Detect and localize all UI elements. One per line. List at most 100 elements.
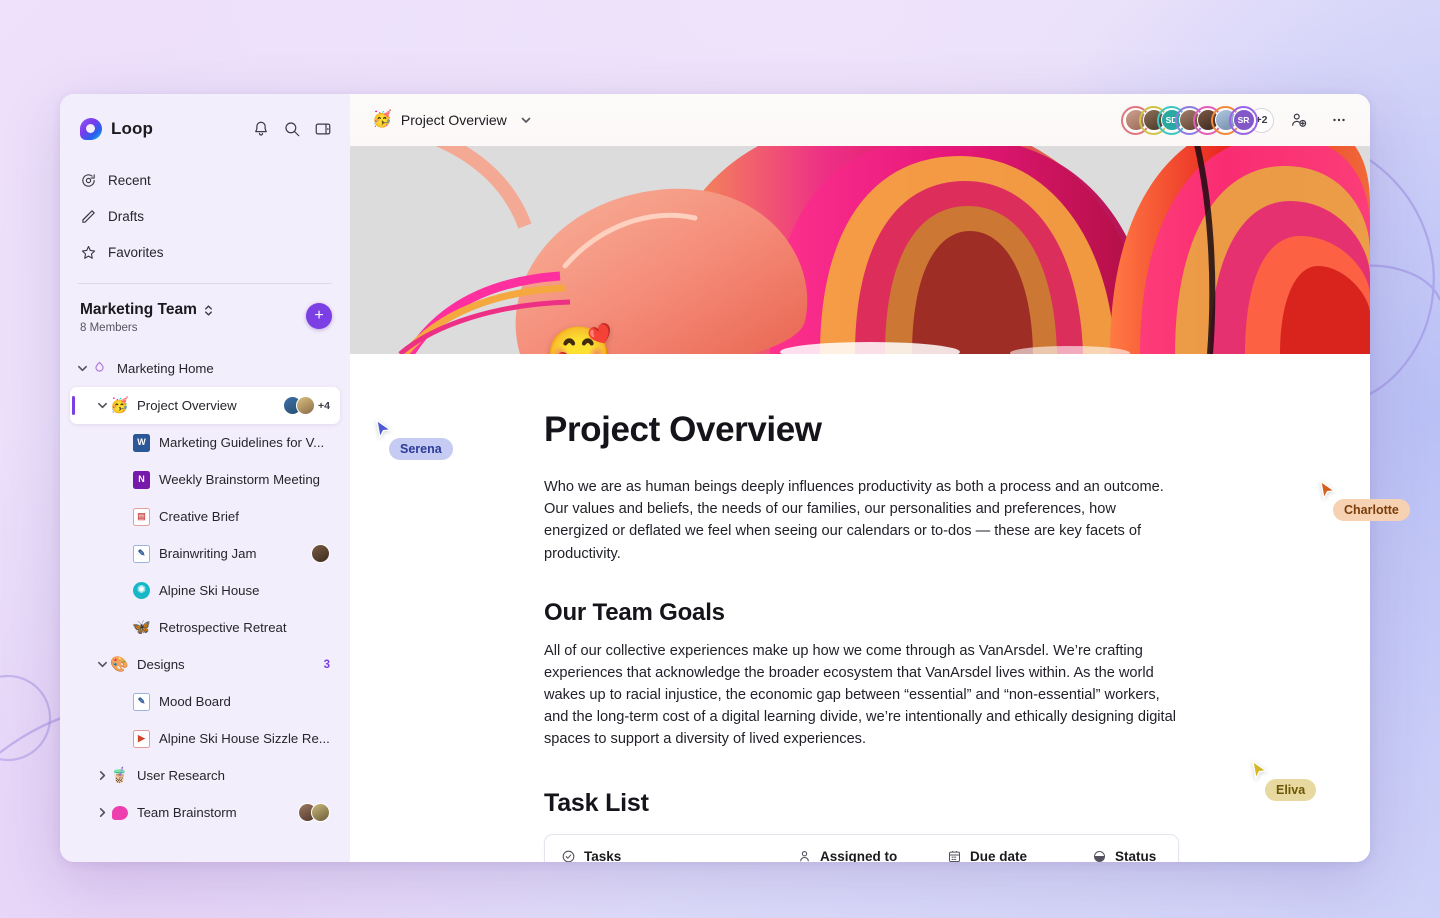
hero-abstract-art <box>350 146 1370 354</box>
column-header-label: Assigned to <box>820 849 898 862</box>
tree-item-marketing-guidelines[interactable]: W Marketing Guidelines for V... <box>70 424 340 461</box>
tree-item-retrospective-retreat[interactable]: 🦋 Retrospective Retreat <box>70 609 340 646</box>
avatar-overflow-count: +4 <box>318 399 330 412</box>
topbar: 🥳 Project Overview SD SR +2 <box>350 94 1370 146</box>
check-circle-icon <box>562 850 575 862</box>
chevron-down-icon[interactable] <box>74 363 90 374</box>
panel-collapse-icon[interactable] <box>314 120 332 138</box>
presence-avatars[interactable]: SD SR +2 <box>1121 105 1274 135</box>
document-content: Project Overview Who we are as human bei… <box>350 354 1180 862</box>
column-header-label: Status <box>1115 849 1157 862</box>
chevron-right-icon[interactable] <box>94 807 110 818</box>
sidebar-header: Loop <box>60 108 350 148</box>
loop-logo-icon <box>80 118 102 140</box>
sidebar-item-recent[interactable]: Recent <box>70 162 340 198</box>
tree-item-label: Project Overview <box>137 398 237 413</box>
star-icon <box>81 245 96 259</box>
chevron-right-icon[interactable] <box>94 770 110 781</box>
avatar[interactable]: SR <box>1229 105 1258 135</box>
tree-item-alpine-ski-house-sizzle-reel[interactable]: ▶ Alpine Ski House Sizzle Re... <box>70 720 340 757</box>
tree-item-team-brainstorm[interactable]: Team Brainstorm <box>70 794 340 831</box>
more-options-button[interactable] <box>1324 105 1354 135</box>
tree-item-label: Alpine Ski House Sizzle Re... <box>159 731 330 746</box>
tree-item-label: Creative Brief <box>159 509 239 524</box>
column-header-tasks[interactable]: Tasks <box>561 849 797 862</box>
avatar-stack <box>283 396 316 415</box>
tree-item-user-research[interactable]: 🧋 User Research <box>70 757 340 794</box>
sidebar-item-label: Recent <box>108 172 151 188</box>
tree-item-weekly-brainstorm-meeting[interactable]: N Weekly Brainstorm Meeting <box>70 461 340 498</box>
tree-item-badge: 3 <box>323 658 330 671</box>
tree-item-collaborators <box>298 803 330 822</box>
onenote-icon: N <box>132 470 151 489</box>
page-title: Project Overview <box>544 410 822 449</box>
recent-icon <box>82 173 95 187</box>
add-people-button[interactable] <box>1284 105 1314 135</box>
tree-item-mood-board[interactable]: ✎ Mood Board <box>70 683 340 720</box>
video-icon: ▶ <box>132 729 151 748</box>
tree-item-project-overview[interactable]: 🥳 Project Overview +4 <box>70 387 340 424</box>
tree-item-designs[interactable]: 🎨 Designs 3 <box>70 646 340 683</box>
tree-item-label: User Research <box>137 768 225 783</box>
chevron-down-icon[interactable] <box>520 114 532 126</box>
sidebar-header-icons <box>252 120 332 138</box>
sidebar-item-drafts[interactable]: Drafts <box>70 198 340 234</box>
page-tree: Marketing Home 🥳 Project Overview +4 W M… <box>60 350 350 862</box>
tree-item-label: Marketing Guidelines for V... <box>159 435 325 450</box>
hero-banner: 🥰 <box>350 146 1370 354</box>
tree-item-creative-brief[interactable]: ▤ Creative Brief <box>70 498 340 535</box>
chevron-down-icon[interactable] <box>94 659 110 670</box>
tree-item-collaborators <box>311 544 330 563</box>
team-goals-paragraph[interactable]: All of our collective experiences make u… <box>544 640 1180 751</box>
word-doc-icon: W <box>132 433 151 452</box>
brand: Loop <box>80 118 252 140</box>
sidebar-item-favorites[interactable]: Favorites <box>70 234 340 270</box>
column-header-status[interactable]: Status <box>1092 849 1156 862</box>
drafts-icon <box>82 209 95 223</box>
document-tab[interactable]: 🥳 Project Overview <box>372 112 532 128</box>
tree-item-marketing-home[interactable]: Marketing Home <box>70 350 340 387</box>
whiteboard-icon: ✎ <box>132 692 151 711</box>
table-header-row: Tasks Assigned to Due date Status <box>545 835 1178 862</box>
sidebar: Loop Recent Drafts Favorites Marketing T… <box>60 94 350 862</box>
more-options-icon <box>1333 118 1345 122</box>
workspace-members: 8 Members <box>80 322 138 334</box>
tree-item-alpine-ski-house[interactable]: ✺ Alpine Ski House <box>70 572 340 609</box>
avatar <box>311 544 330 563</box>
page-emoji[interactable]: 🥰 <box>545 328 612 354</box>
workspace-switcher[interactable]: Marketing Team <box>80 301 306 319</box>
add-page-button[interactable]: + <box>306 303 332 329</box>
sidebar-item-label: Drafts <box>108 208 145 224</box>
team-goals-heading: Our Team Goals <box>544 598 725 626</box>
tree-item-label: Mood Board <box>159 694 231 709</box>
tree-item-brainwriting-jam[interactable]: ✎ Brainwriting Jam <box>70 535 340 572</box>
chevron-down-icon[interactable] <box>94 400 110 411</box>
search-icon[interactable] <box>283 120 301 138</box>
app-window: Loop Recent Drafts Favorites Marketing T… <box>60 94 1370 862</box>
bell-icon[interactable] <box>252 120 270 138</box>
tree-item-label: Retrospective Retreat <box>159 620 287 635</box>
column-header-label: Due date <box>970 849 1028 862</box>
sidebar-item-label: Favorites <box>108 244 164 260</box>
main-panel: 🥳 Project Overview SD SR +2 Project Over… <box>350 94 1370 862</box>
alpine-ski-house-icon: ✺ <box>132 581 151 600</box>
chevron-updown-icon <box>204 304 212 316</box>
tree-item-label: Alpine Ski House <box>159 583 260 598</box>
designs-icon: 🎨 <box>110 656 129 673</box>
intro-paragraph[interactable]: Who we are as human beings deeply influe… <box>544 476 1180 565</box>
add-people-icon <box>1292 113 1307 127</box>
sidebar-nav: Recent Drafts Favorites <box>60 162 350 270</box>
task-list-table[interactable]: Tasks Assigned to Due date Status <box>544 833 1179 862</box>
avatar <box>296 396 316 415</box>
brand-name: Loop <box>111 119 153 138</box>
task-list-heading: Task List <box>544 788 649 817</box>
avatar <box>311 803 330 822</box>
home-workspace-icon <box>90 359 109 378</box>
column-header-assigned-to[interactable]: Assigned to <box>797 849 947 862</box>
workspace-header: Marketing Team 8 Members + <box>60 284 350 334</box>
status-icon <box>1094 851 1105 862</box>
party-face-emoji: 🥳 <box>110 397 129 414</box>
document-scroll-area[interactable]: Project Overview Who we are as human bei… <box>350 354 1370 862</box>
column-header-due-date[interactable]: Due date <box>947 849 1092 862</box>
team-brainstorm-icon <box>110 803 129 822</box>
